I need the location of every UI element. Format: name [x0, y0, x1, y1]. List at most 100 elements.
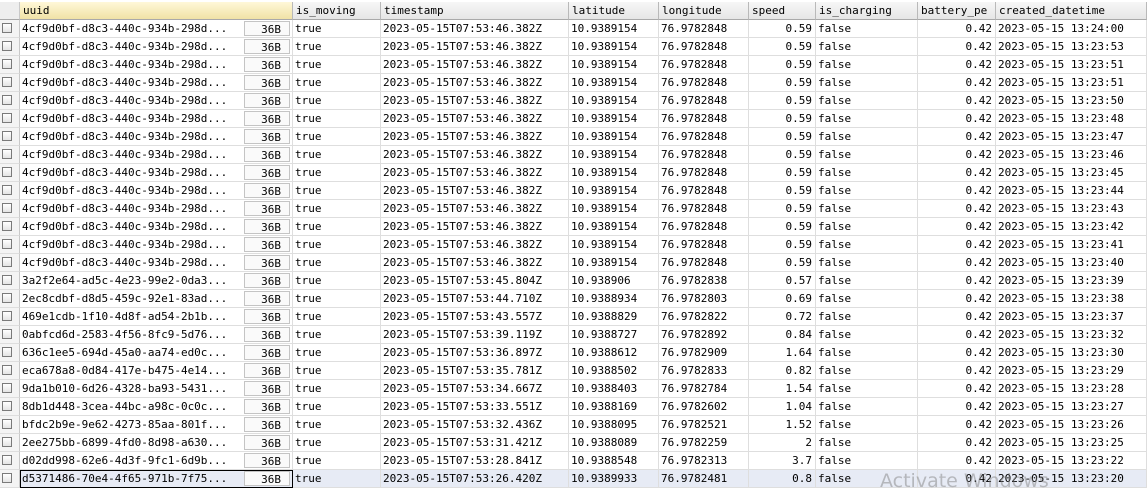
cell-created-datetime[interactable]: 2023-05-15 13:23:30: [996, 344, 1147, 362]
row-checkbox[interactable]: [2, 149, 12, 159]
table-row[interactable]: 4cf9d0bf-d8c3-440c-934b-298d... 36B true 20…: [0, 38, 1147, 56]
row-checkbox[interactable]: [2, 383, 12, 393]
row-checkbox[interactable]: [2, 329, 12, 339]
cell-speed[interactable]: 0.84: [749, 326, 816, 344]
cell-speed[interactable]: 2: [749, 434, 816, 452]
uuid-size-button[interactable]: 36B: [244, 291, 290, 306]
cell-latitude[interactable]: 10.9388934: [569, 290, 659, 308]
row-checkbox[interactable]: [2, 455, 12, 465]
table-row[interactable]: 4cf9d0bf-d8c3-440c-934b-298d... 36B true 20…: [0, 146, 1147, 164]
cell-speed[interactable]: 0.59: [749, 218, 816, 236]
cell-uuid[interactable]: 4cf9d0bf-d8c3-440c-934b-298d... 36B: [20, 182, 293, 200]
cell-timestamp[interactable]: 2023-05-15T07:53:34.667Z: [381, 380, 569, 398]
column-header-timestamp[interactable]: timestamp: [381, 2, 569, 20]
cell-latitude[interactable]: 10.9389154: [569, 74, 659, 92]
cell-speed[interactable]: 0.82: [749, 362, 816, 380]
cell-latitude[interactable]: 10.9389154: [569, 56, 659, 74]
cell-battery-pct[interactable]: 0.42: [918, 56, 996, 74]
cell-battery-pct[interactable]: 0.42: [918, 236, 996, 254]
cell-is-charging[interactable]: false: [816, 38, 918, 56]
cell-created-datetime[interactable]: 2023-05-15 13:23:38: [996, 290, 1147, 308]
cell-speed[interactable]: 0.59: [749, 236, 816, 254]
cell-uuid[interactable]: 4cf9d0bf-d8c3-440c-934b-298d... 36B: [20, 146, 293, 164]
cell-timestamp[interactable]: 2023-05-15T07:53:46.382Z: [381, 56, 569, 74]
cell-longitude[interactable]: 76.9782521: [659, 416, 749, 434]
cell-latitude[interactable]: 10.9389154: [569, 218, 659, 236]
table-row[interactable]: 4cf9d0bf-d8c3-440c-934b-298d... 36B true 20…: [0, 92, 1147, 110]
cell-battery-pct[interactable]: 0.42: [918, 326, 996, 344]
cell-battery-pct[interactable]: 0.42: [918, 398, 996, 416]
row-checkbox[interactable]: [2, 293, 12, 303]
cell-is-moving[interactable]: true: [293, 416, 381, 434]
cell-longitude[interactable]: 76.9782848: [659, 92, 749, 110]
cell-longitude[interactable]: 76.9782848: [659, 254, 749, 272]
cell-uuid[interactable]: 3a2f2e64-ad5c-4e23-99e2-0da3... 36B: [20, 272, 293, 290]
table-row[interactable]: 4cf9d0bf-d8c3-440c-934b-298d... 36B true 20…: [0, 110, 1147, 128]
cell-longitude[interactable]: 76.9782848: [659, 56, 749, 74]
cell-battery-pct[interactable]: 0.42: [918, 254, 996, 272]
row-checkbox[interactable]: [2, 167, 12, 177]
cell-is-moving[interactable]: true: [293, 182, 381, 200]
cell-is-charging[interactable]: false: [816, 236, 918, 254]
cell-is-charging[interactable]: false: [816, 380, 918, 398]
cell-created-datetime[interactable]: 2023-05-15 13:23:45: [996, 164, 1147, 182]
cell-latitude[interactable]: 10.9389154: [569, 236, 659, 254]
row-checkbox[interactable]: [2, 275, 12, 285]
cell-longitude[interactable]: 76.9782259: [659, 434, 749, 452]
uuid-size-button[interactable]: 36B: [244, 201, 290, 216]
cell-longitude[interactable]: 76.9782803: [659, 290, 749, 308]
cell-timestamp[interactable]: 2023-05-15T07:53:46.382Z: [381, 146, 569, 164]
cell-is-moving[interactable]: true: [293, 290, 381, 308]
cell-is-charging[interactable]: false: [816, 74, 918, 92]
cell-created-datetime[interactable]: 2023-05-15 13:23:48: [996, 110, 1147, 128]
cell-battery-pct[interactable]: 0.42: [918, 38, 996, 56]
table-row[interactable]: 3a2f2e64-ad5c-4e23-99e2-0da3... 36B true 20…: [0, 272, 1147, 290]
cell-timestamp[interactable]: 2023-05-15T07:53:46.382Z: [381, 128, 569, 146]
table-row[interactable]: 2ec8cdbf-d8d5-459c-92e1-83ad... 36B true 20…: [0, 290, 1147, 308]
cell-speed[interactable]: 0.59: [749, 20, 816, 38]
cell-created-datetime[interactable]: 2023-05-15 13:24:00: [996, 20, 1147, 38]
column-header-is-moving[interactable]: is_moving: [293, 2, 381, 20]
cell-is-charging[interactable]: false: [816, 182, 918, 200]
row-checkbox[interactable]: [2, 77, 12, 87]
table-row[interactable]: 4cf9d0bf-d8c3-440c-934b-298d... 36B true 20…: [0, 74, 1147, 92]
cell-is-charging[interactable]: false: [816, 290, 918, 308]
cell-latitude[interactable]: 10.9389154: [569, 110, 659, 128]
cell-timestamp[interactable]: 2023-05-15T07:53:35.781Z: [381, 362, 569, 380]
cell-latitude[interactable]: 10.9389933: [569, 470, 659, 488]
cell-latitude[interactable]: 10.938906: [569, 272, 659, 290]
cell-is-charging[interactable]: false: [816, 272, 918, 290]
cell-battery-pct[interactable]: 0.42: [918, 416, 996, 434]
table-row[interactable]: d5371486-70e4-4f65-971b-7f75... 36B true 20…: [0, 470, 1147, 488]
cell-created-datetime[interactable]: 2023-05-15 13:23:22: [996, 452, 1147, 470]
cell-timestamp[interactable]: 2023-05-15T07:53:46.382Z: [381, 182, 569, 200]
cell-longitude[interactable]: 76.9782909: [659, 344, 749, 362]
cell-latitude[interactable]: 10.9389154: [569, 92, 659, 110]
column-header-is-charging[interactable]: is_charging: [816, 2, 918, 20]
cell-is-charging[interactable]: false: [816, 128, 918, 146]
cell-longitude[interactable]: 76.9782313: [659, 452, 749, 470]
cell-latitude[interactable]: 10.9389154: [569, 20, 659, 38]
cell-timestamp[interactable]: 2023-05-15T07:53:46.382Z: [381, 254, 569, 272]
cell-timestamp[interactable]: 2023-05-15T07:53:46.382Z: [381, 164, 569, 182]
column-header-longitude[interactable]: longitude: [659, 2, 749, 20]
cell-longitude[interactable]: 76.9782848: [659, 128, 749, 146]
cell-uuid[interactable]: 9da1b010-6d26-4328-ba93-5431... 36B: [20, 380, 293, 398]
table-row[interactable]: 4cf9d0bf-d8c3-440c-934b-298d... 36B true 20…: [0, 128, 1147, 146]
cell-is-moving[interactable]: true: [293, 362, 381, 380]
uuid-size-button[interactable]: 36B: [244, 39, 290, 54]
cell-uuid[interactable]: 4cf9d0bf-d8c3-440c-934b-298d... 36B: [20, 128, 293, 146]
cell-is-moving[interactable]: true: [293, 20, 381, 38]
cell-is-moving[interactable]: true: [293, 326, 381, 344]
cell-is-charging[interactable]: false: [816, 416, 918, 434]
row-checkbox[interactable]: [2, 221, 12, 231]
cell-latitude[interactable]: 10.9388548: [569, 452, 659, 470]
cell-speed[interactable]: 0.59: [749, 92, 816, 110]
cell-is-moving[interactable]: true: [293, 470, 381, 488]
cell-battery-pct[interactable]: 0.42: [918, 308, 996, 326]
table-row[interactable]: 9da1b010-6d26-4328-ba93-5431... 36B true 20…: [0, 380, 1147, 398]
column-header-latitude[interactable]: latitude: [569, 2, 659, 20]
cell-speed[interactable]: 1.64: [749, 344, 816, 362]
cell-longitude[interactable]: 76.9782848: [659, 20, 749, 38]
cell-is-moving[interactable]: true: [293, 110, 381, 128]
